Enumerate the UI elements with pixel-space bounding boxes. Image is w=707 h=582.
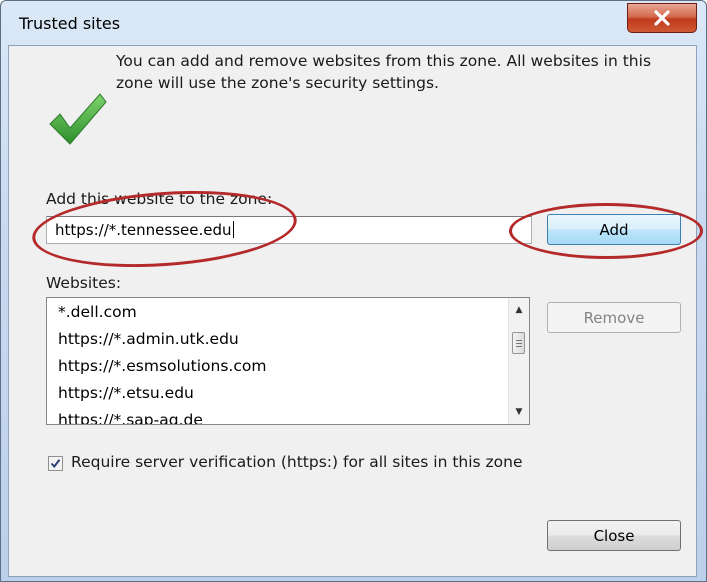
grip-line (516, 346, 522, 347)
remove-button[interactable]: Remove (547, 302, 681, 333)
close-icon (654, 10, 670, 26)
list-item[interactable]: https://*.sap-ag.de (58, 411, 203, 424)
check-icon (49, 93, 107, 145)
trusted-sites-dialog: Trusted sites You can add and remove web… (0, 0, 707, 582)
list-item[interactable]: *.dell.com (58, 303, 137, 321)
require-verification-checkbox[interactable] (48, 456, 63, 471)
list-item[interactable]: https://*.etsu.edu (58, 384, 194, 402)
require-verification-label: Require server verification (https:) for… (71, 453, 523, 471)
text-caret (232, 221, 234, 238)
list-item[interactable]: https://*.admin.utk.edu (58, 330, 239, 348)
website-url-input[interactable]: https://*.tennessee.edu (46, 216, 532, 244)
websites-label: Websites: (46, 274, 122, 292)
scroll-down-arrow-icon[interactable]: ▼ (509, 402, 529, 422)
title-bar[interactable]: Trusted sites (1, 1, 706, 45)
close-button[interactable]: Close (547, 520, 681, 551)
checkmark-icon (50, 459, 61, 469)
window-close-button[interactable] (627, 3, 697, 33)
website-url-value: https://*.tennessee.edu (55, 221, 232, 239)
scroll-up-arrow-icon[interactable]: ▲ (509, 300, 529, 320)
zone-info-text: You can add and remove websites from thi… (116, 52, 652, 92)
list-item[interactable]: https://*.esmsolutions.com (58, 357, 266, 375)
grip-line (516, 343, 522, 344)
dialog-body: You can add and remove websites from thi… (8, 45, 697, 577)
window-title: Trusted sites (19, 14, 121, 33)
add-website-label: Add this website to the zone: (46, 190, 273, 208)
list-scrollbar[interactable]: ▲ ▼ (508, 298, 529, 424)
scroll-thumb[interactable] (512, 332, 525, 354)
add-button[interactable]: Add (547, 214, 681, 245)
grip-line (516, 340, 522, 341)
websites-list[interactable]: *.dell.com https://*.admin.utk.edu https… (46, 297, 530, 425)
